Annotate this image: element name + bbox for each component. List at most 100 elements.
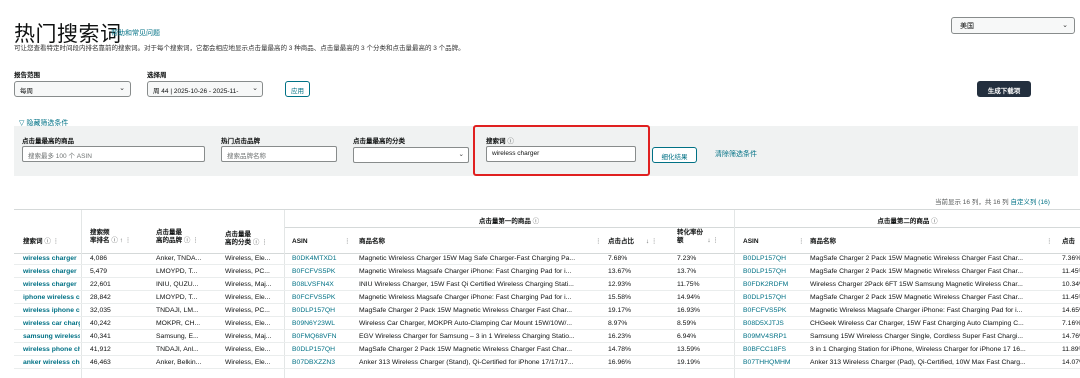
product-name: MagSafe Charger 2 Pack 15W Magnetic Wire… — [810, 268, 1024, 275]
asin-link[interactable]: B09N6Y23WL — [292, 320, 352, 327]
menu-icon[interactable]: ⋮ — [595, 238, 602, 245]
custom-columns-link[interactable]: 自定义列 (16) — [1011, 199, 1050, 206]
sort-descending-icon[interactable]: ↓ — [707, 237, 710, 244]
asin-link[interactable]: B0FMQ68VFN — [292, 333, 352, 340]
search-term-link[interactable]: iphone wireless charger — [23, 294, 80, 301]
click-share: 11.89% — [1062, 346, 1080, 353]
asin-link[interactable]: B0DLP157QH — [292, 346, 352, 353]
search-term-link[interactable]: samsung wireless charger — [23, 333, 80, 340]
help-link[interactable]: 帮助和常见问题 — [111, 28, 160, 38]
search-term-link[interactable]: wireless charger — [23, 281, 80, 288]
col-asin-2-menu[interactable]: ⋮ — [798, 238, 805, 246]
menu-icon[interactable]: ⋮ — [53, 238, 60, 245]
col-search-term[interactable]: 搜索词 ⓘ ⋮ — [23, 238, 59, 246]
clear-filters-link[interactable]: 清除筛选条件 — [715, 149, 757, 159]
info-icon: ⓘ — [252, 239, 260, 246]
generate-download-button[interactable]: 生成下载项 — [977, 81, 1031, 97]
col-top-brands[interactable]: 点击量最 高的品牌 ⓘ ⋮ — [156, 229, 199, 245]
search-term-link[interactable]: wireless car charger — [23, 320, 80, 327]
info-icon[interactable]: ⓘ — [533, 218, 540, 225]
asin-link[interactable]: B0FDK2RDFM — [743, 281, 803, 288]
asin-link[interactable]: B0DK4MTXD1 — [292, 255, 352, 262]
col-product-1-label: 商品名称 — [359, 238, 385, 245]
col-conversion-1[interactable]: 转化率份 额 ↓ ⋮ — [677, 229, 719, 245]
col-rank-line2: 率排名 — [90, 237, 110, 244]
asin-link[interactable]: B0DLP157QH — [292, 307, 352, 314]
brand-search-input[interactable]: 搜索品牌名称 — [221, 146, 337, 162]
column-count: 当前显示 16 列，共 16 列 — [935, 199, 1009, 206]
asin-link[interactable]: B07DBXZZN3 — [292, 359, 352, 366]
menu-icon[interactable]: ⋮ — [261, 239, 268, 246]
col-conv-line1: 转化率份 — [677, 229, 703, 236]
click-share: 7.68% — [608, 255, 628, 262]
marketplace-select[interactable]: 美国 ⌄ — [951, 17, 1075, 34]
menu-icon[interactable]: ⋮ — [192, 237, 199, 244]
col-top-categories[interactable]: 点击量最 高的分类 ⓘ ⋮ — [225, 231, 268, 247]
search-term-link[interactable]: wireless iphone charger — [23, 307, 80, 314]
product-name: 3 in 1 Charging Station for iPhone, Wire… — [810, 346, 1026, 353]
top-categories: Wireless, Maj... — [225, 333, 272, 340]
product-name: Magnetic Wireless Magsafe Charger iPhone… — [359, 294, 572, 301]
asin-link[interactable]: B0BFCC18FS — [743, 346, 803, 353]
apply-button[interactable]: 应用 — [285, 81, 310, 97]
brand-filter-label: 热门点击品牌 — [221, 138, 260, 145]
product-name: EGV Wireless Charger for Samsung – 3 in … — [359, 333, 575, 340]
col-click-share-1[interactable]: 点击占比 ↓ ⋮ — [608, 238, 657, 246]
click-share: 16.23% — [608, 333, 632, 340]
asin-link[interactable]: B0DLP157QH — [743, 294, 803, 301]
group-first-label: 点击量第一的商品 — [478, 218, 531, 225]
col-product-2-menu[interactable]: ⋮ — [1046, 238, 1053, 246]
menu-icon[interactable]: ⋮ — [798, 238, 805, 245]
asin-search-input[interactable]: 搜索最多 100 个 ASIN — [22, 146, 205, 162]
sort-ascending-icon[interactable]: ↑ — [120, 237, 123, 244]
asin-link[interactable]: B0DLP157QH — [743, 268, 803, 275]
menu-icon[interactable]: ⋮ — [344, 238, 351, 245]
asin-link[interactable]: B0DLP157QH — [743, 255, 803, 262]
col-click-share-2[interactable]: 点击 — [1062, 238, 1075, 246]
asin-link[interactable]: B0FCFVS5PK — [292, 268, 352, 275]
week-select[interactable]: 周 44 | 2025-10-26 - 2025-11- ⌄ — [147, 81, 263, 97]
page-subtitle: 可让您查看特定时间段内排名靠前的搜索词。对于每个搜索词，它都会相应地显示点击量最… — [14, 45, 465, 52]
search-term-link[interactable]: anker wireless charger — [23, 359, 80, 366]
menu-icon[interactable]: ⋮ — [651, 238, 658, 245]
refine-results-button[interactable]: 细化结果 — [652, 147, 697, 163]
product-name: Anker 313 Wireless Charger (Pad), Qi-Cer… — [810, 359, 1026, 366]
col-product-2[interactable]: 商品名称 — [810, 238, 836, 246]
col-asin-2-label: ASIN — [743, 238, 759, 245]
col-asin-1[interactable]: ASIN — [292, 238, 308, 246]
asin-link[interactable]: B08LVSFN4X — [292, 281, 352, 288]
asin-link[interactable]: B0FCFVS5PK — [292, 294, 352, 301]
search-term-link[interactable]: wireless charger — [23, 255, 80, 262]
search-term-link[interactable]: wireless phone charger — [23, 346, 80, 353]
col-product-1-menu[interactable]: ⋮ — [595, 238, 602, 246]
top-categories: Wireless, Ele... — [225, 320, 271, 327]
top-categories: Wireless, Maj... — [225, 281, 272, 288]
table-row: samsung wireless charger 40,341 Samsung, E… — [14, 332, 1080, 343]
col-search-rank[interactable]: 搜索频 率排名 ⓘ ↑ ⋮ — [90, 229, 131, 245]
info-icon: ⓘ — [111, 237, 118, 244]
sort-descending-icon[interactable]: ↓ — [646, 238, 649, 245]
menu-icon[interactable]: ⋮ — [125, 237, 132, 244]
category-select[interactable]: ⌄ — [353, 147, 469, 163]
click-share: 13.67% — [608, 268, 632, 275]
search-rank: 28,842 — [90, 294, 111, 301]
product-name: Magnetic Wireless Magsafe Charger iPhone… — [359, 268, 572, 275]
chevron-down-icon: ⌄ — [458, 151, 464, 158]
search-term-link[interactable]: wireless charger — [23, 268, 80, 275]
search-rank: 41,912 — [90, 346, 111, 353]
col-asin-1-menu[interactable]: ⋮ — [344, 238, 351, 246]
conversion-share: 19.19% — [677, 359, 701, 366]
asin-link[interactable]: B07THHQMHM — [743, 359, 803, 366]
col-product-1[interactable]: 商品名称 — [359, 238, 385, 246]
report-range-label: 报告范围 — [14, 72, 40, 79]
asin-link[interactable]: B08D5XJTJS — [743, 320, 803, 327]
asin-link[interactable]: B09MV4SRP1 — [743, 333, 803, 340]
asin-filter-label: 点击量最高的商品 — [22, 138, 74, 145]
click-share: 11.45% — [1062, 294, 1080, 301]
col-asin-2[interactable]: ASIN — [743, 238, 759, 246]
menu-icon[interactable]: ⋮ — [1046, 238, 1053, 245]
menu-icon[interactable]: ⋮ — [712, 237, 719, 244]
asin-link[interactable]: B0FCFVS5PK — [743, 307, 803, 314]
info-icon[interactable]: ⓘ — [931, 218, 938, 225]
report-range-select[interactable]: 每周 ⌄ — [14, 81, 131, 97]
